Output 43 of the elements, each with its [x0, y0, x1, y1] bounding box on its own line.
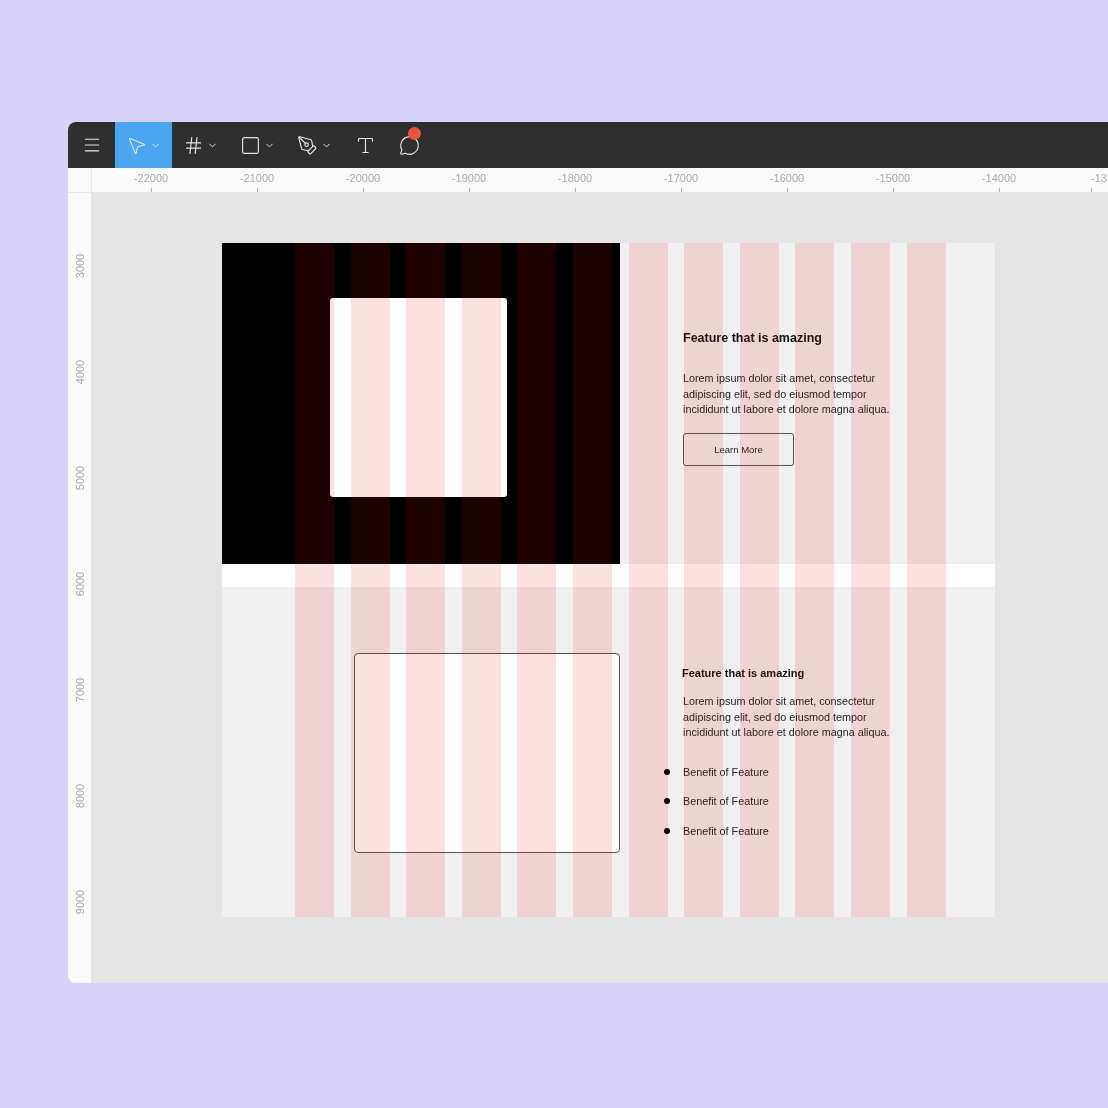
ruler-tick: [998, 188, 1000, 192]
feature-heading: Feature that is amazing: [683, 330, 822, 346]
ruler-tick: [680, 188, 682, 192]
benefit-text: Benefit of Feature: [683, 765, 769, 778]
ruler-label: -15000: [875, 171, 911, 185]
bullet-dot: [664, 798, 670, 804]
ruler-tick: [362, 188, 364, 192]
ruler-label: -19000: [451, 171, 487, 185]
ruler-tick: [256, 188, 258, 192]
feature-heading: Feature that is amazing: [682, 666, 805, 680]
feature-description: Lorem ipsum dolor sit amet, consectetur adipiscing elit, sed do eiusmod tempor incididunt ut labore et dolore magna aliqua.: [683, 371, 891, 417]
benefit-text: Benefit of Feature: [683, 795, 769, 807]
ruler-label: -20000: [345, 171, 381, 185]
ruler-label: 4000: [73, 359, 86, 385]
ruler-tick: [786, 188, 788, 192]
ruler-label: 6000: [73, 571, 86, 597]
ruler-tick: [892, 188, 894, 192]
ruler-label: -22000: [133, 171, 169, 185]
ruler-label: 5000: [73, 465, 86, 491]
learn-more-button[interactable]: Learn More: [683, 432, 794, 466]
ruler-label: -21000: [239, 171, 275, 185]
speech-bubble-icon: [398, 134, 420, 156]
ruler-tick: [468, 188, 470, 192]
ruler-label: -13: [1091, 171, 1107, 185]
feature-description: Lorem ipsum dolor sit amet, consectetur adipiscing elit, sed do eiusmod tempor incididunt ut labore et dolore magna aliqua.: [683, 694, 891, 740]
ruler-tick: [574, 188, 576, 192]
ruler-tick: [1091, 188, 1092, 192]
pen-icon: [297, 134, 318, 156]
ruler-label: 9000: [73, 889, 86, 915]
bullet-dot: [664, 827, 670, 834]
bullet-dot: [664, 768, 670, 775]
benefit-text: Benefit of Feature: [683, 824, 769, 837]
ruler-tick: [150, 188, 152, 192]
ruler-label: -14000: [981, 171, 1017, 185]
ruler-label: 8000: [73, 783, 86, 809]
ruler-label: -17000: [663, 171, 699, 185]
ruler-label: -16000: [769, 171, 805, 185]
hash-icon: [183, 134, 204, 156]
ruler-label: 3000: [73, 253, 86, 279]
square-icon: [240, 134, 261, 156]
ruler-label: 7000: [73, 677, 86, 703]
notification-dot: [408, 127, 421, 140]
ruler-label: -18000: [557, 171, 593, 185]
